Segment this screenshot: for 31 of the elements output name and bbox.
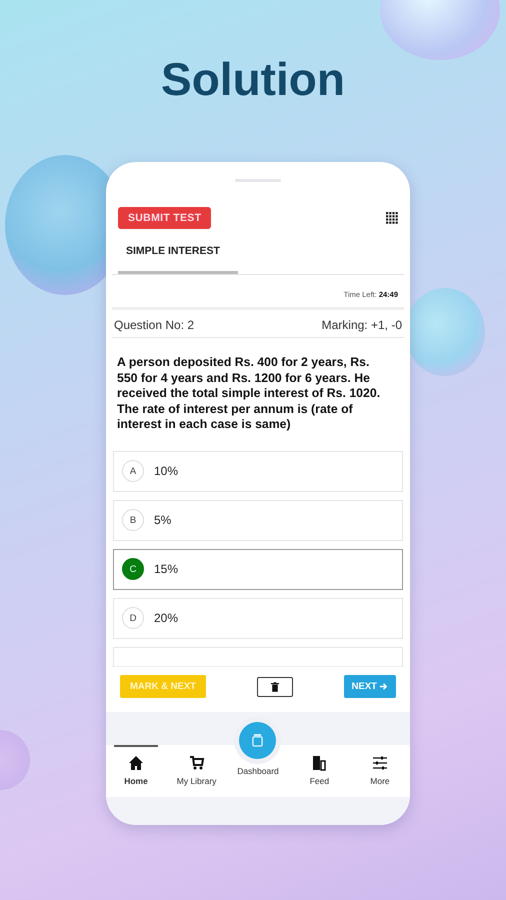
nav-item[interactable]: More: [358, 745, 402, 797]
option-card[interactable]: C 15%: [113, 548, 403, 590]
home-icon: [128, 755, 144, 771]
option-card[interactable]: D 20%: [113, 598, 403, 638]
question-number: Question No: 2: [114, 318, 194, 332]
nav-item[interactable]: Dashboard: [235, 720, 281, 797]
tab[interactable]: SIMPLE INTEREST: [118, 237, 238, 274]
nav-item[interactable]: Feed: [297, 745, 342, 797]
nav-item[interactable]: My Library: [174, 745, 219, 797]
question-text: A person deposited Rs. 400 for 2 years, Rs. 550 for 4 years and Rs. 1200 for 6 years. He received the total simple interest of Rs. 1020. The rate of interest per annum is (rate of interest in each case is same): [117, 355, 382, 432]
option-card[interactable]: A 10%: [113, 450, 403, 492]
option-letter: B: [122, 509, 144, 531]
nav-item[interactable]: Home: [114, 745, 158, 797]
option-letter: A: [122, 460, 144, 482]
option-text: 20%: [154, 611, 178, 625]
option-letter: D: [122, 607, 144, 629]
option-text: 5%: [154, 513, 172, 527]
trash-icon: [270, 682, 279, 692]
headline: Solution: [161, 52, 345, 107]
marking-text: Marking: +1, -0: [322, 318, 402, 332]
option-letter: C: [122, 558, 144, 580]
sliders-icon: [372, 755, 388, 771]
delete-button[interactable]: [256, 676, 293, 696]
jar-icon: [252, 734, 264, 747]
arrow-right-icon: [378, 682, 388, 691]
option-text: 15%: [154, 562, 178, 576]
grid-menu-icon[interactable]: [386, 212, 398, 224]
cart-icon: [188, 755, 205, 771]
option-card[interactable]: B 5%: [113, 500, 403, 540]
building-icon: [311, 755, 328, 771]
option-text: 10%: [154, 464, 178, 478]
